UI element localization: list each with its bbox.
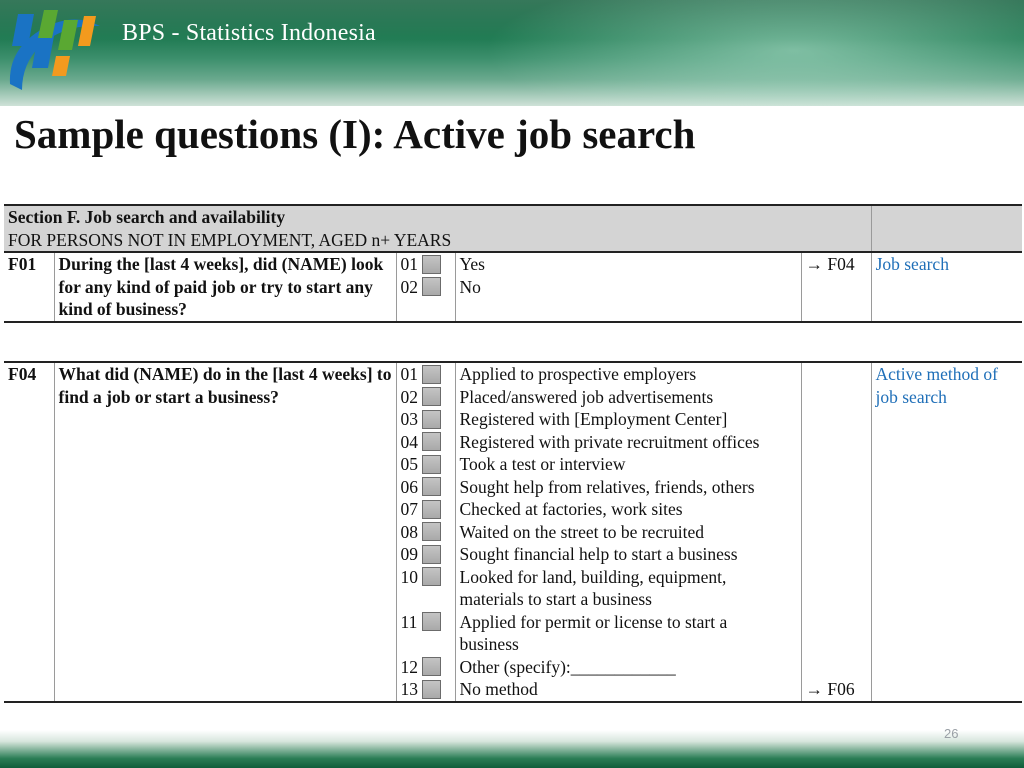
option-label-cell: Applied to prospective employers Placed/…: [454, 362, 801, 702]
option-label: Applied to prospective employers: [459, 364, 697, 384]
question-row-f01: F01 During the [last 4 weeks], did (NAME…: [4, 252, 1023, 322]
option-line: 01: [401, 363, 451, 386]
option-number: 02: [400, 276, 419, 297]
checkbox[interactable]: [421, 254, 441, 274]
option-line: 12: [401, 656, 451, 679]
option-number: 08: [400, 521, 419, 542]
section-header-row: Section F. Job search and availability F…: [4, 205, 1023, 253]
option-label: Checked at factories, work sites: [459, 499, 683, 519]
option-label: Registered with private recruitment offi…: [459, 431, 760, 452]
form-table-f04: F04 What did (NAME) do in the [last 4 we…: [4, 361, 1022, 703]
topic-label: Active method of job search: [870, 362, 1022, 702]
option-line: 04: [401, 431, 451, 454]
option-number: 02: [400, 386, 419, 407]
checkbox[interactable]: [421, 409, 441, 429]
option-label-cell: Yes No: [454, 252, 801, 322]
checkbox[interactable]: [421, 364, 441, 384]
checkbox[interactable]: [421, 657, 441, 677]
checkbox[interactable]: [421, 454, 441, 474]
option-number: 04: [400, 431, 419, 452]
option-line: 09: [401, 543, 451, 566]
option-line: 06: [401, 476, 451, 499]
option-line: 01: [401, 253, 451, 276]
section-subtitle: FOR PERSONS NOT IN EMPLOYMENT, AGED n+ Y…: [8, 229, 452, 250]
skip-cell: → F04: [800, 252, 872, 322]
option-number: 05: [400, 454, 419, 474]
option-line: 05: [401, 453, 451, 476]
option-label: Waited on the street to be recruited: [459, 521, 704, 542]
option-number: 13: [400, 679, 419, 699]
header-band: BPS - Statistics Indonesia: [0, 0, 1024, 106]
option-number: 03: [400, 409, 419, 429]
option-number: 06: [400, 476, 419, 497]
option-line: 02: [401, 386, 451, 409]
checkbox[interactable]: [421, 477, 441, 497]
option-label-continued: business: [459, 634, 519, 654]
option-line: 10: [401, 566, 451, 589]
option-spacer: [401, 588, 451, 611]
skip-instruction: → F04: [805, 254, 855, 274]
option-number: 11: [400, 611, 418, 632]
section-name: Section F. Job search and availability: [8, 207, 286, 227]
header-highlight: [484, 0, 1024, 106]
form-table-f01: Section F. Job search and availability F…: [4, 204, 1023, 323]
option-label: No method: [459, 679, 538, 699]
option-number: 10: [400, 566, 419, 587]
option-label-continued: materials to start a business: [459, 589, 652, 609]
slide-title: Sample questions (I): Active job search: [14, 111, 696, 157]
skip-instruction: → F06: [805, 679, 855, 699]
option-code-cell: 01 02: [395, 252, 455, 322]
checkbox[interactable]: [421, 387, 441, 407]
checkbox[interactable]: [421, 679, 441, 699]
checkbox[interactable]: [421, 432, 441, 452]
footer-band: [0, 730, 1024, 768]
option-code-cell: 01 02 03 04 05 06 07 08 09 10 11 12 13: [395, 362, 455, 702]
question-text: During the [last 4 weeks], did (NAME) lo…: [53, 252, 396, 322]
option-label: Looked for land, building, equipment,: [459, 566, 727, 587]
checkbox[interactable]: [421, 499, 441, 519]
option-line: 03: [401, 408, 451, 431]
option-label: Sought help from relatives, friends, oth…: [459, 476, 755, 497]
page-number: 26: [944, 726, 959, 741]
bps-logo-icon: [9, 10, 100, 90]
checkbox[interactable]: [421, 277, 441, 297]
option-label: Yes: [459, 254, 485, 274]
option-label: Other (specify):____________: [459, 656, 676, 677]
section-header-cell: Section F. Job search and availability F…: [4, 205, 872, 253]
organization-name: BPS - Statistics Indonesia: [122, 20, 376, 46]
option-number: 09: [400, 544, 419, 564]
option-label: No: [459, 276, 481, 297]
skip-cell: → F06: [800, 362, 871, 702]
option-number: 01: [400, 254, 419, 274]
option-number: 07: [400, 499, 419, 519]
option-label: Placed/answered job advertisements: [459, 386, 714, 407]
option-label: Registered with [Employment Center]: [459, 409, 728, 429]
option-spacer: [401, 633, 451, 656]
checkbox[interactable]: [421, 612, 441, 632]
option-line: 08: [401, 521, 451, 544]
question-row-f04: F04 What did (NAME) do in the [last 4 we…: [4, 362, 1022, 702]
option-number: 01: [400, 364, 419, 384]
option-line: 11: [401, 611, 451, 634]
checkbox[interactable]: [421, 544, 441, 564]
option-line: 02: [401, 276, 451, 299]
option-number: 12: [400, 656, 419, 677]
question-code: F01: [8, 254, 37, 274]
option-label: Took a test or interview: [459, 454, 626, 474]
checkbox[interactable]: [421, 567, 441, 587]
option-line: 07: [401, 498, 451, 521]
option-label: Applied for permit or license to start a: [459, 611, 728, 632]
option-line: 13: [401, 678, 451, 701]
checkbox[interactable]: [421, 522, 441, 542]
section-header-blank: [870, 205, 1023, 253]
topic-label: Job search: [870, 252, 1023, 322]
question-code: F04: [8, 364, 37, 384]
question-text: What did (NAME) do in the [last 4 weeks]…: [53, 362, 396, 702]
option-label: Sought financial help to start a busines…: [459, 544, 738, 564]
